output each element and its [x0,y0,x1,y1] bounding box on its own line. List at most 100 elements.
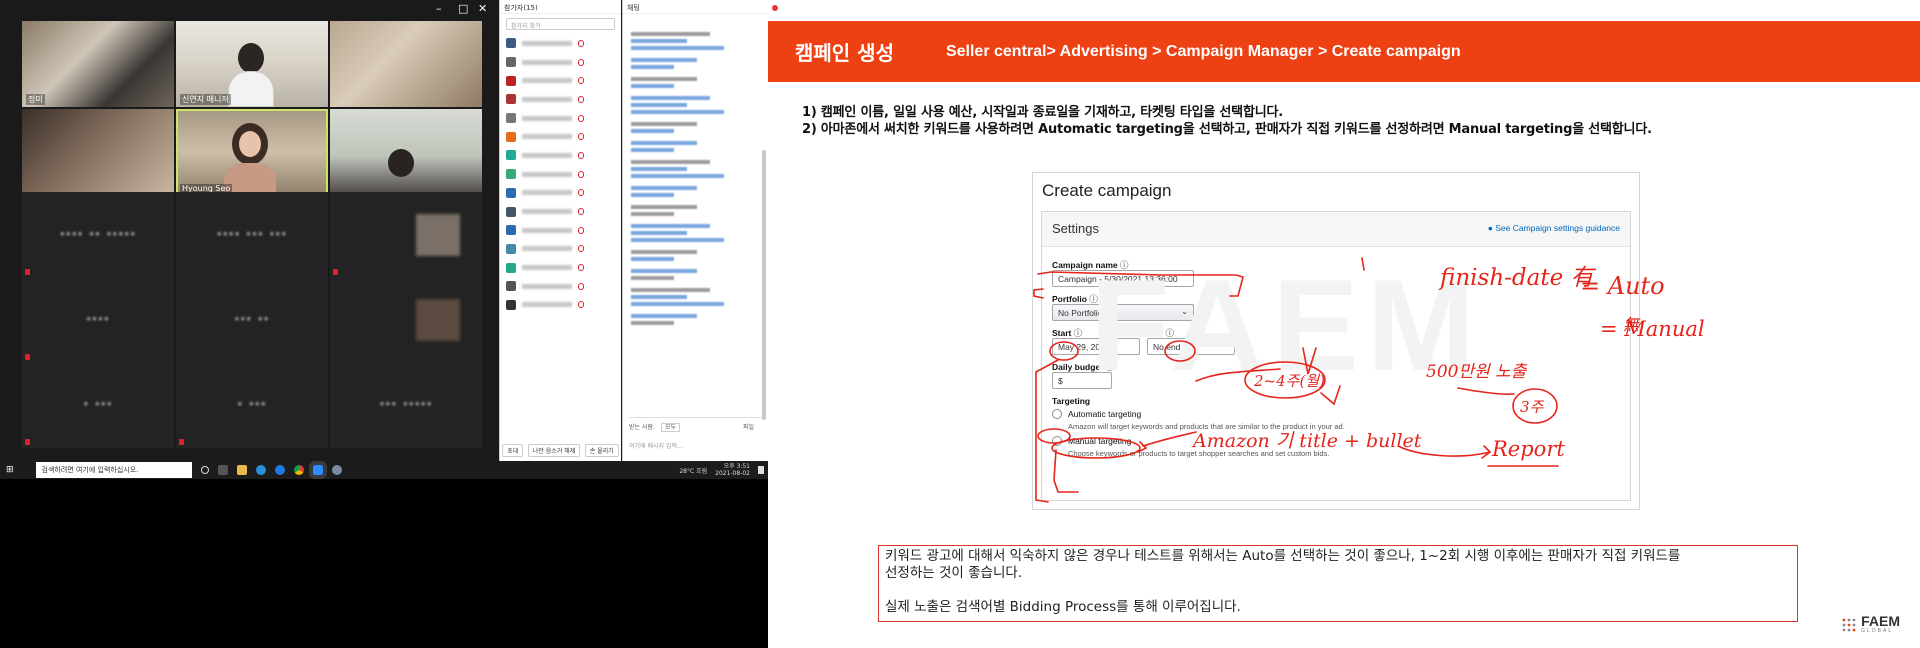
muted-mic-icon[interactable] [578,264,584,272]
portfolio-select[interactable]: No Portfolio ⌄ [1052,304,1194,321]
participant-name-blurred [522,78,572,84]
windows-start-icon[interactable]: ⊞ [6,465,14,475]
muted-mic-icon[interactable] [578,245,584,253]
file-explorer-icon[interactable] [236,465,247,475]
video-tile[interactable] [330,21,482,107]
settings-header: Settings ● See Campaign settings guidanc… [1042,212,1630,247]
muted-mic-icon[interactable] [578,170,584,178]
participant-row[interactable] [500,71,621,90]
participant-row[interactable] [500,221,621,240]
participant-row[interactable] [500,90,621,109]
video-tile[interactable]: ···· ·· ····· [22,192,174,278]
settings-guidance-link[interactable]: ● See Campaign settings guidance [1488,223,1620,233]
unmute-me-button[interactable]: 나만 음소거 해제 [527,444,581,457]
profile-picture [416,214,460,256]
chat-scrollbar[interactable] [762,150,766,420]
participants-panel-title: 참가자(15) [500,0,621,14]
chat-message-line [631,167,687,171]
muted-mic-icon[interactable] [578,208,584,216]
presentation-slide: 캠페인 생성 Seller central> Advertising > Cam… [768,0,1920,648]
notification-icon[interactable] [758,466,764,474]
participant-avatar [506,299,516,310]
video-tile[interactable]: · ··· [176,362,328,448]
slide-note-box: 키워드 광고에 대해서 익숙하지 않은 경우나 테스트를 위해서는 Auto를 … [878,545,1798,622]
campaign-name-input[interactable]: Campaign - 5/30/2021 13:36:00 [1052,270,1194,287]
chevron-down-icon: ⌄ [1181,307,1188,316]
close-button[interactable]: ✕ [478,2,487,15]
muted-mic-icon[interactable] [578,282,584,290]
muted-mic-icon[interactable] [578,189,584,197]
participant-row[interactable] [500,146,621,165]
participant-row[interactable] [500,109,621,128]
video-tile[interactable]: 신연지 매니저 [176,21,328,107]
manual-targeting-radio[interactable] [1052,436,1062,446]
maximize-button[interactable]: □ [458,2,468,15]
clock[interactable]: 오후 3:51 2021-08-02 [715,463,750,477]
chat-compose: 받는 사람: 모두 파일 여기에 메시지 입력... [629,417,762,457]
muted-mic-icon[interactable] [578,58,584,66]
weather-widget[interactable]: 28°C 흐림 [679,466,707,475]
video-tile[interactable]: · ··· [22,362,174,448]
daily-budget-input[interactable]: $ [1052,372,1112,389]
snipping-tool-icon[interactable] [331,465,342,475]
participant-row[interactable] [500,127,621,146]
muted-mic-icon[interactable] [578,95,584,103]
automatic-targeting-radio[interactable] [1052,409,1062,419]
end-date-input[interactable]: No end date [1147,338,1235,355]
chat-message-line [631,205,697,209]
muted-mic-icon[interactable] [578,133,584,141]
participant-row[interactable] [500,258,621,277]
participant-avatar [506,225,516,236]
edge-icon[interactable] [255,465,266,475]
settings-card: Settings ● See Campaign settings guidanc… [1041,211,1631,501]
participant-row[interactable] [500,296,621,315]
participant-row[interactable] [500,240,621,259]
muted-mic-icon[interactable] [578,114,584,122]
muted-mic-icon[interactable] [578,39,584,47]
participant-avatar [506,243,516,254]
participant-name-blurred [522,283,572,289]
cortana-icon[interactable] [200,466,209,474]
chat-recipient-select[interactable]: 모두 [660,423,680,432]
video-tile[interactable]: ···· ··· ··· [176,192,328,278]
chat-message-line [631,141,697,145]
zoom-taskbar-icon[interactable] [308,461,327,479]
chat-message-line [631,96,710,100]
chat-file-button[interactable]: 파일 [743,422,754,431]
participant-search-input[interactable]: 참가자 찾기 [506,18,615,30]
participant-row[interactable] [500,202,621,221]
task-view-icon[interactable] [217,465,228,475]
video-tile[interactable] [330,192,482,278]
video-tile[interactable]: 정미 [22,21,174,107]
start-date-input[interactable]: May 29, 2021 [1052,338,1140,355]
chat-message-line [631,231,687,235]
invite-button[interactable]: 초대 [502,444,524,457]
edge-legacy-icon[interactable] [274,465,285,475]
participant-row[interactable] [500,184,621,203]
taskbar-search-input[interactable]: 검색하려면 여기에 입력하십시오. [35,462,192,478]
video-tile[interactable]: ···· [22,277,174,363]
raise-hand-button[interactable]: 손 올리기 [584,444,619,457]
minimize-button[interactable]: – [436,2,442,15]
participant-row[interactable] [500,34,621,53]
participant-row[interactable] [500,53,621,72]
video-tile[interactable] [330,277,482,363]
instruction-line-2: 2) 아마존에서 써치한 키워드를 사용하려면 Automatic target… [802,122,1652,137]
participant-row[interactable] [500,165,621,184]
chat-message-line [631,288,710,292]
video-tile[interactable]: ··· ·· [176,277,328,363]
chrome-icon[interactable] [293,465,304,475]
video-tile[interactable]: ··· ····· [330,362,482,448]
active-speaker-tile[interactable]: Hyoung Seo [176,109,328,195]
video-tile[interactable] [22,109,174,195]
muted-mic-icon[interactable] [578,77,584,85]
participant-row[interactable] [500,277,621,296]
video-tile[interactable] [330,109,482,195]
info-icon: ⓘ [1089,294,1098,304]
chat-message-input[interactable]: 여기에 메시지 입력... [629,441,762,450]
muted-mic-icon[interactable] [578,301,584,309]
clock-time: 오후 3:51 [723,463,750,470]
muted-mic-icon[interactable] [578,226,584,234]
automatic-targeting-description: Amazon will target keywords and products… [1068,422,1345,431]
muted-mic-icon[interactable] [578,151,584,159]
